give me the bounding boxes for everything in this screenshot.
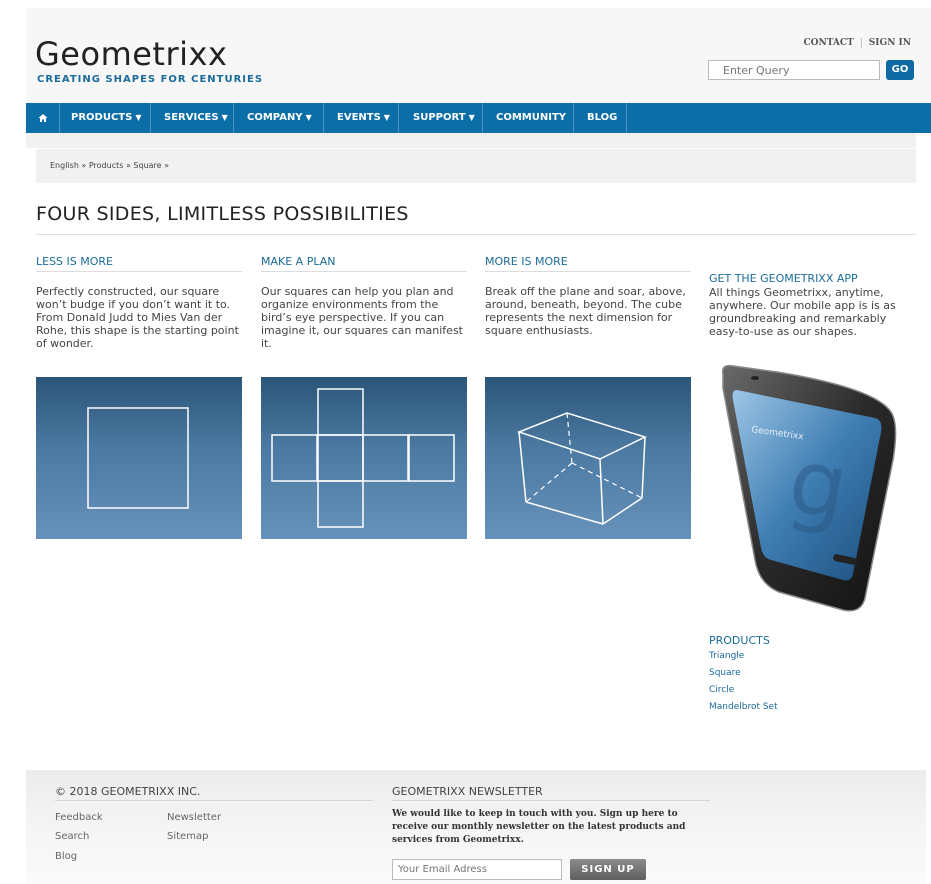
cube-net-image — [261, 377, 467, 539]
nav-divider — [398, 103, 399, 133]
divider — [55, 800, 373, 801]
cube-image — [485, 377, 691, 539]
app-heading[interactable]: GET THE GEOMETRIXX APP — [709, 272, 858, 285]
divider — [392, 800, 710, 801]
nav-divider — [573, 103, 574, 133]
newsletter-title: GEOMETRIXX NEWSLETTER — [392, 785, 543, 798]
gray-band — [26, 133, 916, 148]
logo-subtitle: CREATING SHAPES FOR CENTURIES — [37, 74, 264, 85]
nav-item-support[interactable]: SUPPORT ▼ — [413, 103, 475, 133]
square-outline-icon — [87, 407, 189, 509]
footer-link-feedback[interactable]: Feedback — [55, 812, 103, 823]
column-text: Break off the plane and soar, above, aro… — [485, 285, 686, 337]
logo-title[interactable]: Geometrixx — [35, 38, 227, 70]
nav-divider — [59, 103, 60, 133]
nav-label: PRODUCTS — [71, 112, 133, 123]
phone-image: Geometrixx g — [715, 360, 915, 615]
cube-net-icon — [271, 388, 455, 528]
nav-divider — [233, 103, 234, 133]
chevron-down-icon: ▼ — [468, 113, 475, 122]
header-edge — [905, 8, 931, 103]
chevron-down-icon: ▼ — [305, 113, 312, 122]
nav-item-services[interactable]: SERVICES ▼ — [164, 103, 228, 133]
nav-label: BLOG — [587, 112, 618, 123]
nav-divider — [626, 103, 627, 133]
chevron-down-icon: ▼ — [135, 113, 142, 122]
wireframe-cube-icon — [516, 412, 648, 525]
main-nav: PRODUCTS ▼ SERVICES ▼ COMPANY ▼ EVENTS ▼ SUP… — [26, 103, 931, 133]
nav-label: COMMUNITY — [496, 112, 567, 123]
search-input[interactable] — [708, 60, 880, 80]
sign-in-link[interactable]: SIGN IN — [869, 38, 911, 48]
go-button[interactable]: GO — [886, 60, 914, 80]
top-links: CONTACT | SIGN IN — [803, 38, 911, 48]
nav-label: SERVICES — [164, 112, 219, 123]
nav-divider — [323, 103, 324, 133]
nav-item-company[interactable]: COMPANY ▼ — [247, 103, 312, 133]
nav-item-products[interactable]: PRODUCTS ▼ — [71, 103, 141, 133]
email-field[interactable] — [392, 859, 562, 880]
phone-speaker — [751, 376, 759, 380]
footer-link-blog[interactable]: Blog — [55, 851, 77, 862]
page: Geometrixx CREATING SHAPES FOR CENTURIES… — [0, 0, 931, 884]
contact-link[interactable]: CONTACT — [803, 38, 853, 48]
chevron-down-icon: ▼ — [383, 113, 390, 122]
nav-label: SUPPORT — [413, 112, 466, 123]
nav-label: COMPANY — [247, 112, 303, 123]
newsletter-text: We would like to keep in touch with you.… — [392, 809, 686, 845]
column-heading: MORE IS MORE — [485, 255, 568, 268]
divider — [36, 271, 242, 272]
page-title: FOUR SIDES, LIMITLESS POSSIBILITIES — [36, 203, 409, 225]
divider — [261, 271, 467, 272]
nav-label: EVENTS — [337, 112, 381, 123]
nav-divider — [482, 103, 483, 133]
column-text: Perfectly constructed, our square won’t … — [36, 285, 239, 350]
divider — [485, 271, 691, 272]
smartphone-icon: Geometrixx g — [721, 364, 897, 612]
separator: | — [859, 38, 863, 48]
nav-item-community[interactable]: COMMUNITY — [496, 103, 566, 133]
home-icon[interactable] — [38, 103, 48, 133]
product-link-triangle[interactable]: Triangle — [709, 651, 744, 661]
column-heading: LESS IS MORE — [36, 255, 114, 268]
sign-up-button[interactable]: SIGN UP — [570, 859, 646, 880]
product-link-mandelbrot[interactable]: Mandelbrot Set — [709, 702, 778, 712]
breadcrumb[interactable]: English » Products » Square » — [36, 149, 916, 183]
products-heading: PRODUCTS — [709, 634, 770, 647]
chevron-down-icon: ▼ — [221, 113, 228, 122]
footer-link-newsletter[interactable]: Newsletter — [167, 812, 221, 823]
column-text: Our squares can help you plan and organi… — [261, 285, 463, 350]
product-link-circle[interactable]: Circle — [709, 685, 734, 695]
copyright: © 2018 GEOMETRIXX INC. — [55, 785, 201, 798]
footer-link-sitemap[interactable]: Sitemap — [167, 831, 208, 842]
square-image — [36, 377, 242, 539]
app-text: All things Geometrixx, anytime, anywhere… — [709, 286, 896, 338]
product-link-square[interactable]: Square — [709, 668, 741, 678]
nav-item-events[interactable]: EVENTS ▼ — [337, 103, 390, 133]
footer-link-search[interactable]: Search — [55, 831, 89, 842]
nav-item-blog[interactable]: BLOG — [587, 103, 617, 133]
nav-divider — [150, 103, 151, 133]
column-heading: MAKE A PLAN — [261, 255, 336, 268]
divider — [36, 234, 916, 235]
